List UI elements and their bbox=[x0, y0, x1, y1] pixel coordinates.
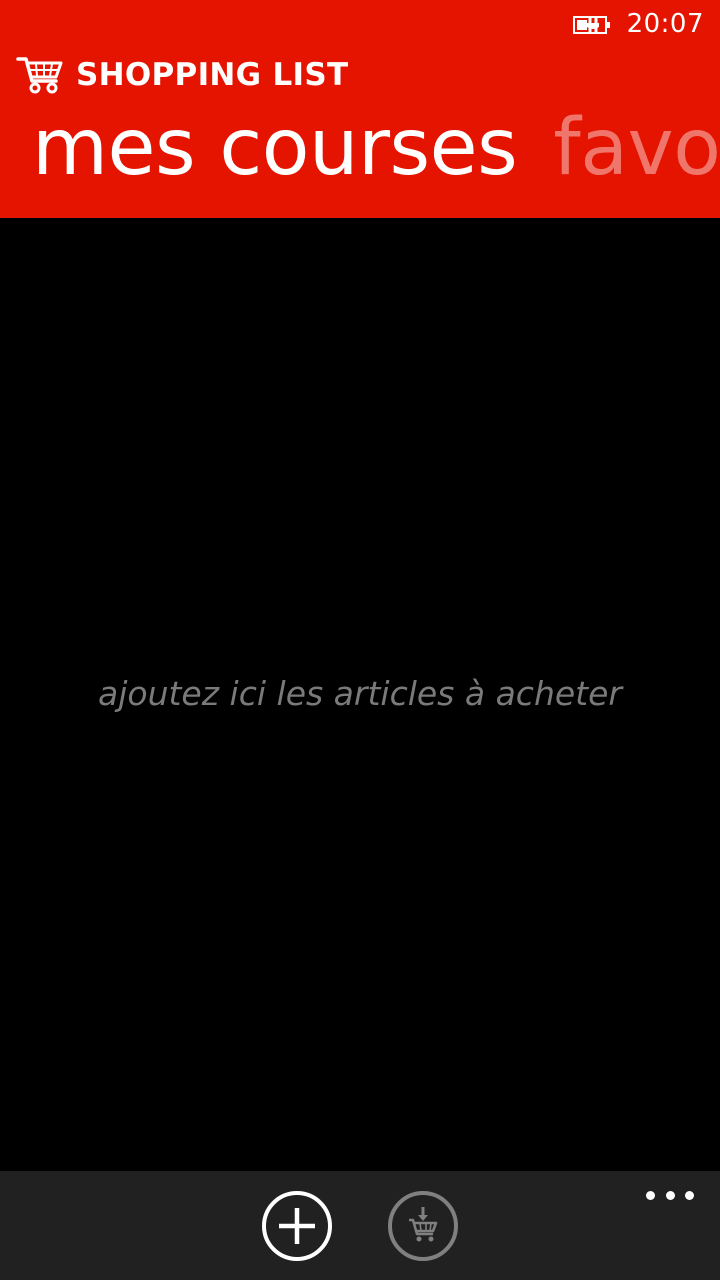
cart-download-icon bbox=[387, 1190, 459, 1262]
dot bbox=[665, 1190, 675, 1200]
add-icon bbox=[261, 1190, 333, 1262]
status-bar: 20:07 bbox=[572, 0, 720, 48]
screen: 20:07 SHOPPING LIST mes courses favoris … bbox=[0, 0, 720, 1280]
status-time: 20:07 bbox=[626, 9, 704, 39]
pivot-header: mes courses favoris bbox=[32, 100, 720, 196]
battery-charging-icon bbox=[572, 14, 613, 34]
shopping-cart-icon bbox=[16, 55, 64, 95]
header: 20:07 SHOPPING LIST mes courses favoris bbox=[0, 0, 720, 218]
dot bbox=[685, 1190, 694, 1200]
more-dots-icon[interactable] bbox=[646, 1183, 694, 1207]
pivot-tab-mes-courses[interactable]: mes courses bbox=[32, 100, 518, 196]
add-button[interactable] bbox=[261, 1190, 333, 1262]
app-bar bbox=[0, 1171, 720, 1280]
pivot-tab-favoris[interactable]: favoris bbox=[553, 100, 720, 196]
empty-list-hint: ajoutez ici les articles à acheter bbox=[98, 674, 622, 713]
app-title: SHOPPING LIST bbox=[76, 57, 349, 93]
app-title-row: SHOPPING LIST bbox=[16, 52, 348, 98]
dot bbox=[646, 1190, 655, 1200]
cart-download-button[interactable] bbox=[387, 1190, 459, 1262]
